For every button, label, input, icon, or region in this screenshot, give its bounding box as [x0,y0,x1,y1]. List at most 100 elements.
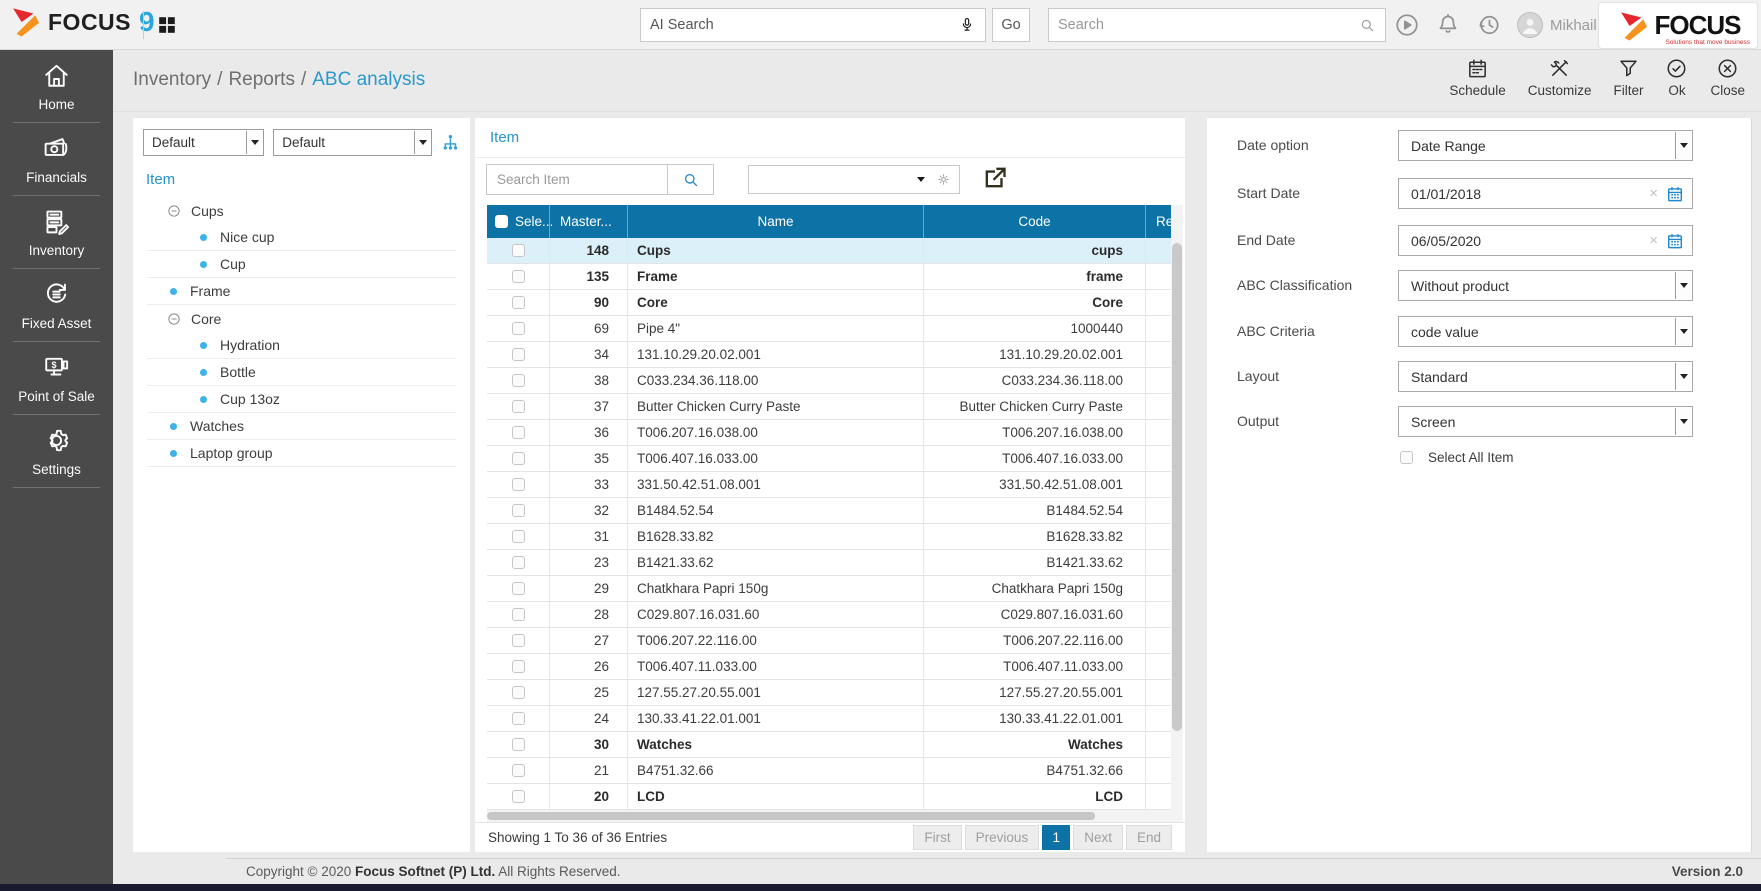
table-row[interactable]: 25 127.55.27.20.55.001 127.55.27.20.55.001 [487,680,1171,706]
table-row[interactable]: 34 131.10.29.20.02.001 131.10.29.20.02.001 [487,342,1171,368]
sidebar-item-home[interactable]: Home [0,50,113,123]
abc-criteria-select[interactable]: code value [1398,316,1693,347]
row-checkbox[interactable] [511,686,525,699]
row-checkbox[interactable] [511,712,525,725]
sidebar-item-inventory[interactable]: Inventory [0,196,113,269]
table-row[interactable]: 28 C029.807.16.031.60 C029.807.16.031.60 [487,602,1171,628]
tree-node-laptop-group[interactable]: Laptop group [147,440,456,467]
dropdown-arrow-icon[interactable] [1675,132,1691,159]
dropdown-arrow-icon[interactable] [1675,363,1691,390]
bell-icon[interactable] [1435,12,1461,38]
sidebar-item-point-of-sale[interactable]: $ Point of Sale [0,342,113,415]
dropdown-arrow-icon[interactable] [246,131,263,154]
dropdown-arrow-icon[interactable] [1675,318,1691,345]
sidebar-item-fixed-asset[interactable]: Fixed Asset [0,269,113,342]
group-filter-select-1[interactable]: Default [143,129,265,156]
play-icon[interactable] [1394,12,1420,38]
row-checkbox[interactable] [511,764,525,777]
tree-node-hydration[interactable]: Hydration [147,332,456,359]
group-filter-select-2[interactable]: Default [273,129,433,156]
breadcrumb-reports[interactable]: Reports [228,69,295,90]
calendar-icon[interactable] [1666,185,1684,203]
table-row[interactable]: 33 331.50.42.51.08.001 331.50.42.51.08.001 [487,472,1171,498]
row-checkbox[interactable] [511,348,525,361]
tree-node-bottle[interactable]: Bottle [147,359,456,386]
ok-button[interactable]: Ok [1665,57,1688,98]
clear-icon[interactable]: × [1649,226,1658,255]
table-row[interactable]: 30 Watches Watches [487,732,1171,758]
select-all-item-checkbox[interactable] [1400,451,1413,464]
table-row[interactable]: 23 B1421.33.62 B1421.33.62 [487,550,1171,576]
tree-node-frame[interactable]: Frame [147,278,456,305]
tree-node-cup-13oz[interactable]: Cup 13oz [147,386,456,413]
horizontal-scrollbar[interactable] [487,810,1183,822]
page-button-end[interactable]: End [1125,825,1172,850]
gear-small-icon[interactable] [936,172,951,187]
table-row[interactable]: 29 Chatkhara Papri 150g Chatkhara Papri 15… [487,576,1171,602]
ai-search-input[interactable] [650,17,958,33]
table-row[interactable]: 21 B4751.32.66 B4751.32.66 [487,758,1171,784]
tree-node-cups[interactable]: Cups [147,197,456,224]
mic-icon[interactable] [958,16,976,34]
collapse-minus-icon[interactable] [167,204,181,218]
table-row[interactable]: 31 B1628.33.82 B1628.33.82 [487,524,1171,550]
magnifier-icon[interactable] [1359,17,1376,34]
output-select[interactable]: Screen [1398,406,1693,437]
table-row[interactable]: 37 Butter Chicken Curry Paste Butter Chick… [487,394,1171,420]
row-checkbox[interactable] [511,582,525,595]
tree-node-watches[interactable]: Watches [147,413,456,440]
row-checkbox[interactable] [511,400,525,413]
row-checkbox[interactable] [511,504,525,517]
table-row[interactable]: 135 Frame frame [487,264,1171,290]
page-button-previous[interactable]: Previous [964,825,1040,850]
row-checkbox[interactable] [511,426,525,439]
breadcrumb-inventory[interactable]: Inventory [133,69,211,90]
calendar-icon[interactable] [1666,232,1684,250]
row-checkbox[interactable] [511,270,525,283]
collapse-minus-icon[interactable] [167,312,181,326]
org-chart-icon[interactable] [441,133,460,152]
column-header-master[interactable]: Master... [549,205,627,238]
row-checkbox[interactable] [511,790,525,803]
table-row[interactable]: 24 130.33.41.22.01.001 130.33.41.22.01.001 [487,706,1171,732]
dropdown-arrow-icon[interactable] [414,131,431,154]
breadcrumb-abc-analysis[interactable]: ABC analysis [312,69,425,90]
sidebar-item-financials[interactable]: Financials [0,123,113,196]
end-date-input[interactable]: 06/05/2020 × [1398,225,1693,256]
table-row[interactable]: 90 Core Core [487,290,1171,316]
table-row[interactable]: 27 T006.207.22.116.00 T006.207.22.116.00 [487,628,1171,654]
schedule-button[interactable]: Schedule [1449,57,1506,98]
table-row[interactable]: 26 T006.407.11.033.00 T006.407.11.033.00 [487,654,1171,680]
row-checkbox[interactable] [511,374,525,387]
vertical-scrollbar-thumb[interactable] [1172,243,1182,731]
table-row[interactable]: 38 C033.234.36.118.00 C033.234.36.118.00 [487,368,1171,394]
date-option-select[interactable]: Date Range [1398,130,1693,161]
table-row[interactable]: 32 B1484.52.54 B1484.52.54 [487,498,1171,524]
page-button-1[interactable]: 1 [1042,825,1071,850]
focus9-logo[interactable]: FOCUS 9 [8,5,155,39]
apps-grid-icon[interactable] [156,14,178,36]
tree-node-cup[interactable]: Cup [147,251,456,278]
sidebar-item-settings[interactable]: Settings [0,415,113,488]
row-checkbox[interactable] [511,452,525,465]
row-checkbox[interactable] [511,608,525,621]
table-row[interactable]: 20 LCD LCD [487,784,1171,810]
row-checkbox[interactable] [511,296,525,309]
history-icon[interactable] [1476,12,1502,38]
page-button-next[interactable]: Next [1073,825,1123,850]
table-row[interactable]: 35 T006.407.16.033.00 T006.407.16.033.00 [487,446,1171,472]
column-header-select[interactable]: Sele... [487,205,553,238]
column-header-re[interactable]: Re [1145,205,1171,238]
row-checkbox[interactable] [511,322,525,335]
search-icon[interactable] [667,165,713,194]
dropdown-arrow-icon[interactable] [1675,272,1691,299]
row-checkbox[interactable] [511,530,525,543]
abc-classification-select[interactable]: Without product [1398,270,1693,301]
export-icon[interactable] [982,164,1009,191]
dropdown-arrow-icon[interactable] [1675,408,1691,435]
saved-filter-combobox[interactable] [748,165,960,194]
table-row[interactable]: 148 Cups cups [487,238,1171,264]
go-button[interactable]: Go [992,8,1030,42]
customize-button[interactable]: Customize [1528,57,1591,98]
select-all-checkbox[interactable] [495,215,508,228]
